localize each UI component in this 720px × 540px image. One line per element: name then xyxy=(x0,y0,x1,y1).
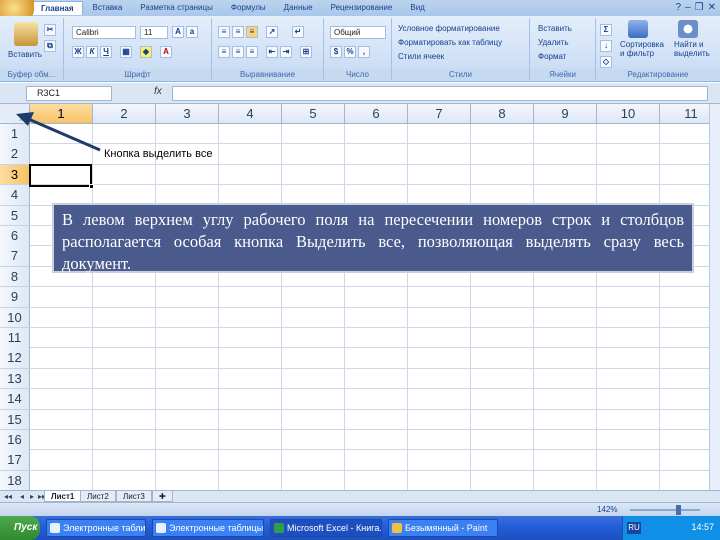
clock: 14:57 xyxy=(691,522,714,532)
taskbar-item-2[interactable]: Электронные таблицы ... xyxy=(152,519,264,537)
insert-sheet-icon[interactable]: ✚ xyxy=(152,491,173,502)
document-icon xyxy=(50,523,60,533)
zoom-level[interactable]: 142% xyxy=(597,505,617,514)
select-all-callout: Кнопка выделить все xyxy=(104,148,213,160)
sheet-tabs-bar: ◂◂ ◂ ▸ ▸▸ Лист1 Лист2 Лист3 ✚ xyxy=(0,490,720,502)
taskbar-item-excel[interactable]: Microsoft Excel - Книга... xyxy=(270,519,382,537)
explanation-note: В левом верхнем углу рабочего поля на пе… xyxy=(52,203,694,273)
status-bar: 142% xyxy=(0,502,720,516)
zoom-slider[interactable] xyxy=(630,509,700,511)
sheet-tab-3[interactable]: Лист3 xyxy=(116,491,152,502)
first-sheet-icon[interactable]: ◂◂ xyxy=(4,492,12,501)
start-button[interactable]: Пуск xyxy=(0,516,40,540)
paint-icon xyxy=(392,523,402,533)
prev-sheet-icon[interactable]: ◂ xyxy=(20,492,24,501)
excel-window: Главная Вставка Разметка страницы Формул… xyxy=(0,0,720,540)
excel-icon xyxy=(274,523,284,533)
taskbar-item-paint[interactable]: Безымянный - Paint xyxy=(388,519,498,537)
zoom-slider-knob[interactable] xyxy=(676,505,681,515)
next-sheet-icon[interactable]: ▸ xyxy=(30,492,34,501)
taskbar-item-1[interactable]: Электронные таблицы ... xyxy=(46,519,146,537)
language-indicator[interactable]: RU xyxy=(627,522,641,534)
document-icon xyxy=(156,523,166,533)
windows-taskbar: Пуск Электронные таблицы ... Электронные… xyxy=(0,516,720,540)
sheet-tab-1[interactable]: Лист1 xyxy=(44,491,82,502)
system-tray: RU 14:57 xyxy=(622,516,720,540)
sheet-tab-2[interactable]: Лист2 xyxy=(80,491,116,502)
